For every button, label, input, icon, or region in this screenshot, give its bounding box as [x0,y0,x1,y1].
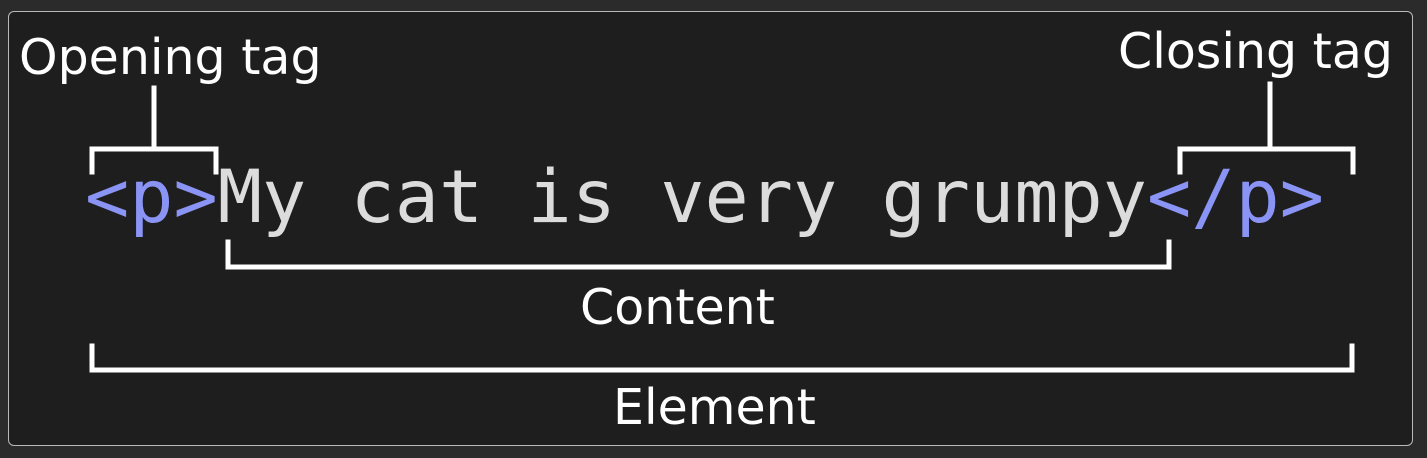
closing-tag-bracket [1177,81,1356,175]
diagram-canvas: Opening tag Closing tag <p>My cat is ver… [0,0,1427,458]
content-label: Content [580,279,775,336]
opening-tag-bracket [89,85,219,175]
element-label: Element [613,379,816,436]
element-bracket [89,343,1355,373]
content-bracket [225,239,1172,270]
